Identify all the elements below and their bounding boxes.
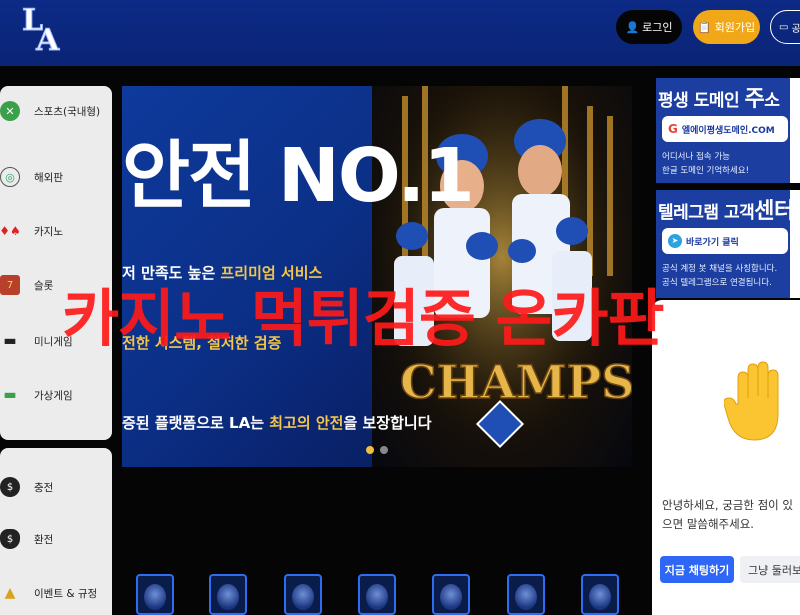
game-tile[interactable] [581, 574, 619, 615]
form-icon: 📋 [697, 20, 712, 34]
sidebar-item-overseas[interactable]: ◎ 해외판 [0, 162, 112, 192]
notice-button[interactable]: ▭ 공지 [770, 10, 800, 44]
domain-promo-banner[interactable]: 평생 도메인 주소 G 엘에이평생도메인.COM 어디서나 접속 가능 한글 도… [656, 78, 800, 183]
slot-machine-icon: 7 [0, 275, 20, 295]
money-bag-icon: $ [0, 529, 20, 549]
telegram-pill[interactable]: ➤ 바로가기 클릭 [662, 228, 788, 254]
sidebar-item-deposit[interactable]: $ 충전 [0, 472, 112, 502]
domain-pill[interactable]: G 엘에이평생도메인.COM [662, 116, 788, 142]
game-tile[interactable] [432, 574, 470, 615]
sidebar-item-label: 스포츠(국내형) [34, 105, 101, 118]
telegram-promo-title: 텔레그램 고객센터 [658, 199, 794, 224]
chat-greeting: 안녕하세요, 궁금한 점이 있으면 말씀해주세요. [662, 498, 794, 531]
svg-text:A: A [35, 23, 60, 54]
sports-icon: ✕ [0, 101, 20, 121]
promo-edge [790, 190, 800, 298]
champs-text: CHAMPS [400, 355, 632, 409]
signup-label: 회원가입 [714, 21, 756, 34]
telegram-note-2: 공식 텔레그램으로 연결됩니다. [662, 278, 772, 288]
event-icon: ▲ [4, 585, 16, 601]
sidebar-item-label: 해외판 [34, 171, 63, 184]
start-chat-button[interactable]: 지금 채팅하기 [660, 556, 734, 583]
game-tile[interactable] [507, 574, 545, 615]
sidebar-item-label: 충전 [34, 481, 54, 494]
game-tile[interactable] [358, 574, 396, 615]
promo-edge [790, 78, 800, 183]
notice-icon: ▭ [779, 21, 789, 33]
sidebar-item-label: 슬롯 [34, 279, 54, 292]
chat-widget: 안녕하세요, 궁금한 점이 있으면 말씀해주세요. 지금 채팅하기 그냥 둘러보… [652, 300, 800, 615]
page: L A 👤 로그인 📋 회원가입 ▭ 공지 ✕ 스포츠(국내형) ◎ 해외판 ♦… [0, 0, 800, 615]
browse-button[interactable]: 그냥 둘러보기 [740, 556, 800, 583]
login-button[interactable]: 👤 로그인 [616, 10, 682, 44]
top-header: L A 👤 로그인 📋 회원가입 ▭ 공지 [0, 0, 800, 66]
telegram-promo-banner[interactable]: 텔레그램 고객센터 ➤ 바로가기 클릭 공식 계정 봇 채널을 사칭합니다. 공… [656, 190, 800, 298]
banner-pagination[interactable] [366, 446, 388, 454]
sidebar-item-casino[interactable]: ♦♠ 카지노 [0, 216, 112, 246]
game-tile[interactable] [209, 574, 247, 615]
sidebar-item-label: 환전 [34, 533, 54, 546]
notice-label: 공지 [791, 23, 800, 35]
sidebar-item-label: 이벤트 & 규정 [34, 587, 98, 600]
login-label: 로그인 [642, 21, 673, 34]
banner-headline: 안전 NO.1 [122, 133, 475, 219]
la-logo[interactable]: L A [18, 2, 62, 55]
sidebar-item-withdraw[interactable]: $ 환전 [0, 524, 112, 554]
sidebar-item-sports[interactable]: ✕ 스포츠(국내형) [0, 96, 112, 126]
sidebar-account-menu: $ 충전 $ 환전 ▲ 이벤트 & 규정 [0, 448, 112, 615]
telegram-icon: ➤ [668, 234, 682, 248]
telegram-note-1: 공식 계정 봇 채널을 사칭합니다. [662, 264, 778, 274]
google-icon: G [668, 122, 678, 136]
sidebar-item-label: 가상게임 [34, 389, 73, 402]
sidebar-item-label: 카지노 [34, 225, 63, 238]
globe-icon: ◎ [0, 167, 20, 187]
domain-promo-title: 평생 도메인 주소 [658, 87, 780, 112]
cards-icon: ♦♠ [0, 224, 21, 238]
domain-note-2: 한글 도메인 기억하세요! [662, 166, 750, 176]
banner-dot[interactable] [380, 446, 388, 454]
sidebar-item-virtual[interactable]: ▬ 가상게임 [0, 380, 112, 410]
banner-line-3: 증된 플랫폼으로 LA는 최고의 안전을 보장합니다 [122, 414, 432, 432]
virtual-game-icon: ▬ [3, 387, 17, 403]
domain-url: 엘에이평생도메인.COM [681, 125, 775, 136]
game-tile[interactable] [284, 574, 322, 615]
gamepad-icon: ▬ [3, 333, 17, 349]
banner-dot[interactable] [366, 446, 374, 454]
coin-icon: $ [0, 477, 20, 497]
watermark-text: 카지노 먹튀검증 온카판 [62, 282, 665, 355]
user-icon: 👤 [625, 20, 640, 34]
sidebar-game-menu: ✕ 스포츠(국내형) ◎ 해외판 ♦♠ 카지노 7 슬롯 ▬ 미니게임 ▬ 가상… [0, 86, 112, 440]
signup-button[interactable]: 📋 회원가입 [693, 10, 760, 44]
game-tile[interactable] [136, 574, 174, 615]
domain-note-1: 어디서나 접속 가능 [662, 152, 730, 162]
telegram-link-label: 바로가기 클릭 [686, 237, 739, 248]
waving-hand-icon [724, 361, 779, 441]
sidebar-item-event[interactable]: ▲ 이벤트 & 규정 [0, 578, 112, 608]
